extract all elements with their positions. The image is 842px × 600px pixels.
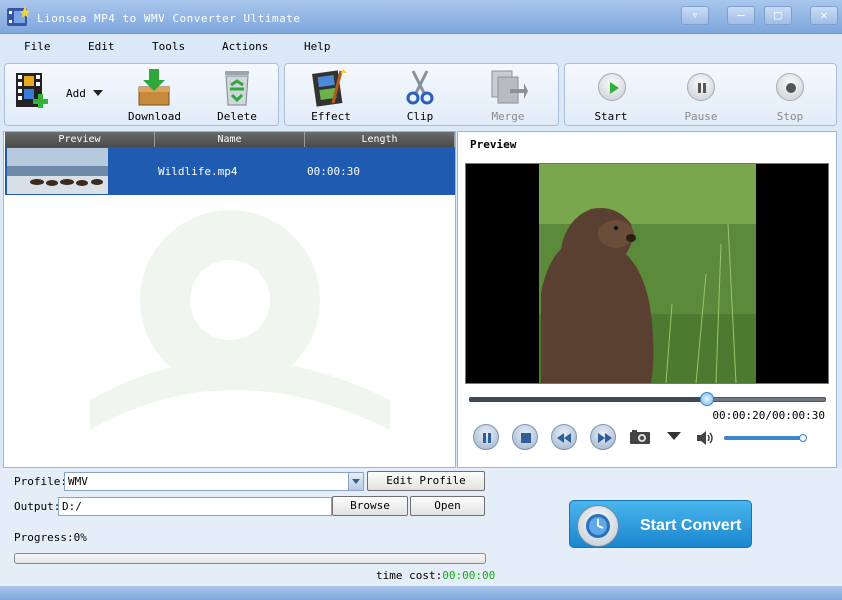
player-stop-button[interactable] (512, 424, 538, 450)
stop-button-label[interactable]: Stop (769, 110, 811, 123)
merge-button-label[interactable]: Merge (485, 110, 531, 123)
merge-icon[interactable] (488, 67, 528, 107)
video-screen[interactable] (465, 163, 829, 384)
progress-bar (14, 553, 486, 564)
status-bar (0, 586, 842, 600)
seek-handle[interactable] (700, 392, 714, 406)
start-convert-label: Start Convert (640, 517, 742, 534)
start-icon[interactable] (598, 73, 626, 101)
minimize-button[interactable]: – (727, 6, 755, 25)
effect-button-label[interactable]: Effect (308, 110, 354, 123)
pause-icon (483, 433, 491, 443)
menu-bar (0, 35, 842, 59)
watermark-reel-icon (60, 200, 400, 440)
player-rewind-button[interactable] (551, 424, 577, 450)
snapshot-dropdown-icon[interactable] (667, 432, 681, 440)
recycle-bin-icon[interactable] (217, 67, 257, 107)
download-button-label[interactable]: Download (128, 110, 181, 123)
stop-icon[interactable] (776, 73, 804, 101)
clip-button-label[interactable]: Clip (400, 110, 440, 123)
dropdown-menu-button[interactable]: ▿ (681, 6, 709, 25)
progress-label: Progress:0% (14, 531, 87, 544)
scissors-icon[interactable] (400, 67, 440, 107)
player-forward-button[interactable] (590, 424, 616, 450)
row-file-name: Wildlife.mp4 (158, 165, 238, 178)
row-file-length: 00:00:30 (307, 165, 360, 178)
start-button-label[interactable]: Start (590, 110, 632, 123)
profile-label: Profile: (14, 475, 67, 488)
output-path-input[interactable]: D:/ (58, 497, 332, 516)
time-cost: time cost:00:00:00 (376, 569, 495, 582)
window-title: Lionsea MP4 to WMV Converter Ultimate (37, 12, 301, 25)
pause-button-label[interactable]: Pause (680, 110, 722, 123)
add-dropdown-arrow-icon[interactable] (93, 90, 103, 96)
clock-icon (577, 505, 619, 547)
fast-forward-icon (598, 433, 612, 443)
time-cost-label: time cost: (376, 569, 443, 582)
add-film-icon[interactable] (12, 70, 52, 110)
volume-handle[interactable] (799, 434, 807, 442)
profile-select[interactable]: WMV (64, 472, 364, 491)
maximize-button[interactable]: □ (764, 6, 792, 25)
chevron-down-icon (352, 479, 360, 484)
browse-button[interactable]: Browse (332, 496, 408, 516)
progress-value: 0% (73, 531, 87, 544)
playback-time: 00:00:20/00:00:30 (712, 409, 825, 422)
seek-bar-fill (469, 397, 707, 402)
camera-icon[interactable] (629, 429, 651, 445)
output-label: Output: (14, 500, 61, 513)
column-header-length[interactable]: Length (305, 132, 455, 147)
edit-profile-button[interactable]: Edit Profile (367, 471, 485, 491)
rewind-icon (557, 433, 571, 443)
close-button[interactable]: ✕ (810, 6, 838, 25)
app-logo-icon (6, 5, 30, 29)
preview-title: Preview (470, 138, 517, 151)
menu-tools[interactable]: Tools (152, 40, 185, 53)
time-cost-value: 00:00:00 (442, 569, 496, 582)
download-box-icon[interactable] (134, 67, 174, 107)
start-convert-button[interactable]: Start Convert (569, 500, 752, 548)
pause-icon[interactable] (687, 73, 715, 101)
volume-level (724, 436, 804, 440)
volume-icon[interactable] (695, 429, 715, 447)
column-header-name[interactable]: Name (155, 132, 305, 147)
effect-film-icon[interactable] (311, 67, 351, 107)
menu-help[interactable]: Help (304, 40, 331, 53)
player-pause-button[interactable] (473, 424, 499, 450)
row-thumbnail (7, 148, 108, 194)
add-button-label[interactable]: Add (66, 87, 86, 100)
profile-dropdown-button[interactable] (348, 473, 363, 490)
menu-edit[interactable]: Edit (88, 40, 115, 53)
profile-value: WMV (68, 475, 88, 488)
menu-file[interactable]: File (24, 40, 51, 53)
open-button[interactable]: Open (410, 496, 485, 516)
stop-icon (521, 433, 531, 443)
menu-actions[interactable]: Actions (222, 40, 268, 53)
column-header-preview[interactable]: Preview (5, 132, 155, 147)
delete-button-label[interactable]: Delete (213, 110, 261, 123)
